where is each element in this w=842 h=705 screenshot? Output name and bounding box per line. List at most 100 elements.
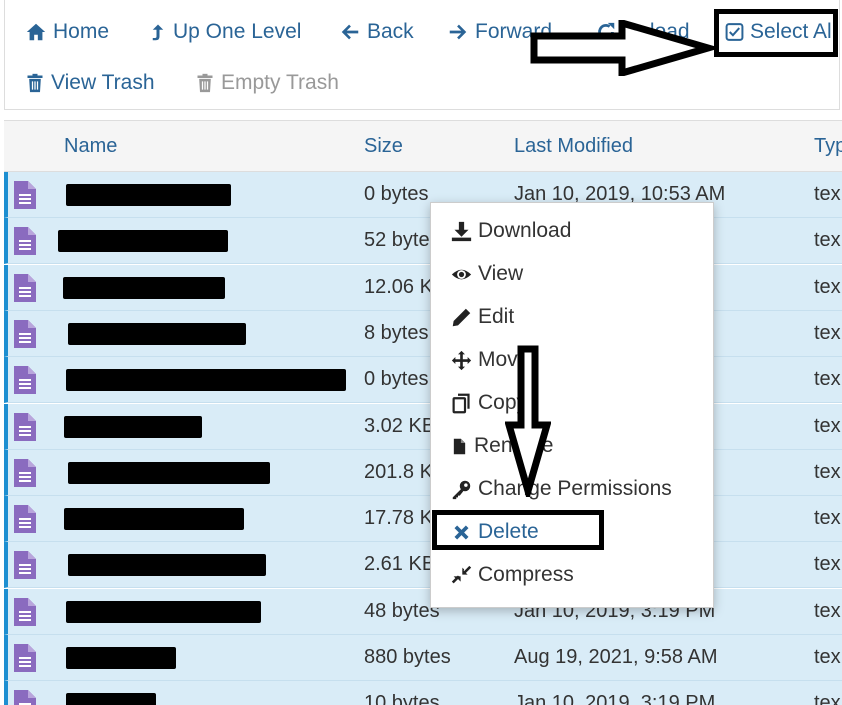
redacted-file-name: [66, 647, 176, 669]
view-trash-label: View Trash: [51, 71, 155, 94]
file-type: tex: [814, 599, 841, 622]
redacted-file-name: [66, 600, 261, 623]
file-type: tex: [814, 692, 841, 705]
annotation-arrow-right-icon: [530, 20, 715, 76]
file-last-modified: Jan 10, 2019, 3:19 PM: [514, 692, 716, 705]
compress-icon: [451, 565, 472, 583]
text-file-icon: [14, 597, 36, 626]
column-header-last-modified[interactable]: Last Modified: [514, 135, 633, 158]
up-one-level-button[interactable]: Up One Level: [149, 20, 301, 44]
copy-icon: [452, 393, 470, 413]
annotation-arrow-down-icon: [505, 345, 551, 497]
empty-trash-button[interactable]: Empty Trash: [195, 71, 339, 95]
move-arrows-icon: [451, 350, 472, 370]
text-file-icon: [14, 458, 36, 487]
table-row[interactable]: 17.78 KB tex: [4, 496, 842, 543]
text-file-icon: [14, 505, 36, 534]
table-row[interactable]: 3.02 KB tex: [4, 403, 842, 450]
trash-icon: [27, 73, 43, 93]
up-one-level-label: Up One Level: [173, 20, 302, 43]
file-size: 10 bytes: [364, 692, 440, 705]
key-icon: [452, 480, 471, 499]
pencil-icon: [452, 308, 471, 326]
text-file-icon: [14, 273, 36, 302]
table-row[interactable]: 2.61 KB tex: [4, 542, 842, 589]
trash-icon: [197, 73, 213, 93]
menu-item-view[interactable]: View: [451, 262, 523, 286]
file-type: tex: [814, 229, 841, 252]
text-file-icon: [14, 551, 36, 580]
table-row[interactable]: 0 bytes Jan 10, 2019, 10:53 AM tex: [4, 172, 842, 218]
file-type: tex: [814, 183, 841, 205]
level-up-icon: [152, 24, 164, 41]
table-row[interactable]: 0 bytes tex: [4, 357, 842, 404]
eye-icon: [451, 269, 472, 279]
redacted-file-name: [68, 461, 270, 484]
table-row[interactable]: 52 bytes tex: [4, 218, 842, 265]
file-icon: [453, 438, 466, 454]
file-size: 0 bytes: [364, 368, 429, 391]
file-type: tex: [814, 553, 841, 576]
file-size: 48 bytes: [364, 599, 440, 622]
menu-item-edit[interactable]: Edit: [451, 305, 514, 329]
column-header-size[interactable]: Size: [364, 135, 403, 158]
download-icon: [451, 221, 472, 241]
table-row[interactable]: 48 bytes Jan 10, 2019, 3:19 PM tex: [4, 588, 842, 635]
file-type: tex: [814, 646, 841, 668]
menu-item-view-label: View: [478, 262, 524, 285]
redacted-file-name: [64, 415, 202, 438]
file-size: 2.61 KB: [364, 553, 436, 576]
redacted-file-name: [66, 369, 346, 392]
text-file-icon: [14, 181, 36, 209]
delete-highlight-box: [432, 510, 604, 550]
back-button[interactable]: Back: [339, 20, 414, 44]
view-trash-button[interactable]: View Trash: [25, 71, 155, 95]
menu-item-compress[interactable]: Compress: [451, 563, 574, 587]
redacted-file-name: [68, 322, 246, 345]
redacted-file-name: [58, 230, 228, 253]
table-row[interactable]: 880 bytes Aug 19, 2021, 9:58 AM tex: [4, 635, 842, 681]
text-file-icon: [14, 690, 36, 705]
text-file-icon: [14, 412, 36, 441]
file-size: 880 bytes: [364, 646, 451, 668]
home-icon: [26, 23, 46, 41]
text-file-icon: [14, 366, 36, 395]
redacted-file-name: [66, 184, 231, 206]
table-header: Name Size Last Modified Typ: [4, 120, 842, 172]
arrow-right-icon: [449, 24, 467, 40]
redacted-file-name: [68, 554, 266, 577]
file-size: 8 bytes: [364, 321, 429, 344]
menu-item-compress-label: Compress: [478, 563, 574, 586]
back-label: Back: [367, 20, 414, 43]
column-header-type[interactable]: Typ: [814, 135, 842, 158]
redacted-file-name: [64, 508, 244, 531]
text-file-icon: [14, 227, 36, 256]
file-type: tex: [814, 414, 841, 437]
redacted-file-name: [63, 276, 225, 299]
file-type: tex: [814, 507, 841, 530]
table-row[interactable]: 12.06 KB tex: [4, 264, 842, 311]
empty-trash-label: Empty Trash: [221, 71, 339, 94]
menu-item-change-permissions[interactable]: Change Permissions: [451, 477, 672, 501]
arrow-left-icon: [341, 24, 359, 40]
table-row[interactable]: 201.8 KB tex: [4, 449, 842, 496]
file-type: tex: [814, 460, 841, 483]
redacted-file-name: [66, 693, 156, 705]
table-row[interactable]: 10 bytes Jan 10, 2019, 3:19 PM tex: [4, 681, 842, 705]
file-type: tex: [814, 275, 841, 298]
home-label: Home: [53, 20, 110, 43]
file-type: tex: [814, 368, 841, 391]
column-header-name[interactable]: Name: [64, 135, 117, 158]
file-table: Name Size Last Modified Typ 0 bytes Jan 1…: [4, 120, 842, 705]
home-button[interactable]: Home: [25, 20, 109, 44]
file-size: 52 bytes: [364, 229, 440, 252]
text-file-icon: [14, 319, 36, 348]
file-last-modified: Aug 19, 2021, 9:58 AM: [514, 646, 718, 668]
file-type: tex: [814, 321, 841, 344]
text-file-icon: [14, 644, 36, 672]
table-row[interactable]: 8 bytes tex: [4, 310, 842, 357]
menu-item-download-label: Download: [478, 219, 572, 242]
file-size: 0 bytes: [364, 183, 429, 205]
menu-item-edit-label: Edit: [478, 305, 515, 328]
menu-item-download[interactable]: Download: [451, 219, 571, 243]
